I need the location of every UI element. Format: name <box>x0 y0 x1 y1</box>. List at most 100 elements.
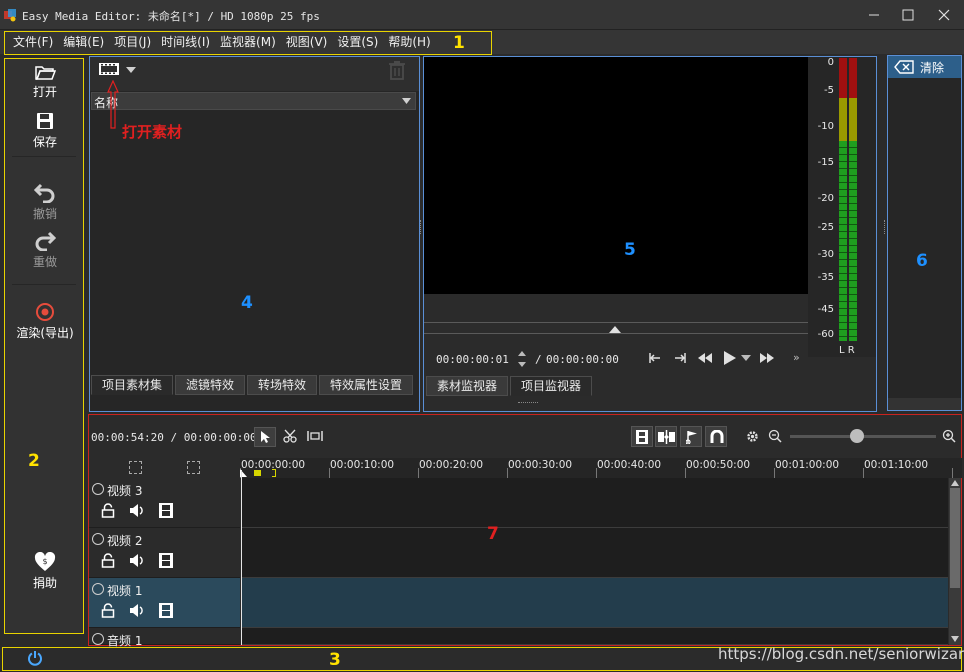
time-spinner-icon[interactable] <box>518 350 526 368</box>
track-header-video-1[interactable]: 视频 1 <box>89 578 240 628</box>
timeline-playhead[interactable] <box>241 470 242 645</box>
panel-splitter-handle[interactable] <box>884 220 886 234</box>
lock-icon[interactable] <box>101 553 115 568</box>
clear-button[interactable]: 清除 <box>888 56 961 78</box>
lock-icon[interactable] <box>101 503 115 518</box>
trash-icon[interactable] <box>388 60 406 80</box>
go-to-end-icon[interactable] <box>673 351 687 365</box>
tab-project-media[interactable]: 项目素材集 <box>91 375 174 395</box>
scroll-up-icon[interactable] <box>951 480 959 486</box>
panel-splitter-handle[interactable] <box>518 402 538 404</box>
menu-edit[interactable]: 编辑(E) <box>58 33 109 51</box>
expand-tracks-icon[interactable] <box>187 461 200 474</box>
zoom-out-icon[interactable] <box>768 429 782 443</box>
track-lane-video-2[interactable] <box>241 528 948 578</box>
menu-monitor[interactable]: 监视器(M) <box>215 33 281 51</box>
vu-tick-label: -35 <box>817 272 834 283</box>
track-lane-audio-1[interactable] <box>241 628 948 645</box>
speaker-icon[interactable] <box>129 603 145 618</box>
undo-icon <box>34 183 55 203</box>
more-controls-icon[interactable]: » <box>793 351 800 364</box>
tab-project-monitor[interactable]: 项目监视器 <box>510 376 593 396</box>
annotation-arrow-icon <box>107 80 119 129</box>
lock-icon[interactable] <box>101 603 115 618</box>
close-button[interactable] <box>926 0 962 30</box>
zoom-in-icon[interactable] <box>942 429 956 443</box>
slip-tool-icon[interactable] <box>307 430 323 442</box>
razor-scissors-icon[interactable] <box>283 429 297 443</box>
clear-panel-scrollbar[interactable] <box>888 398 961 410</box>
track-header-video-2[interactable]: 视频 2 <box>89 528 240 578</box>
render-export-button[interactable]: 渲染(导出) <box>5 302 85 341</box>
track-select-radio[interactable] <box>92 533 104 545</box>
fast-forward-icon[interactable] <box>759 352 775 364</box>
speaker-icon[interactable] <box>129 553 145 568</box>
panel-splitter-handle[interactable] <box>420 220 422 234</box>
scroll-down-icon[interactable] <box>951 636 959 642</box>
timeline-ruler[interactable]: 00:00:00:00 00:00:10:00 00:00:20:00 00:0… <box>240 458 962 478</box>
track-header-audio-1[interactable]: 音频 1 <box>89 628 240 648</box>
snap-clips-button[interactable] <box>655 426 677 447</box>
ruler-tick <box>863 468 864 478</box>
track-lane-video-1[interactable] <box>241 578 948 628</box>
flag-marker-icon <box>685 431 697 445</box>
scrollbar-thumb[interactable] <box>950 488 960 588</box>
go-to-start-icon[interactable] <box>648 351 662 365</box>
play-icon[interactable] <box>723 350 737 366</box>
menu-file[interactable]: 文件(F) <box>8 33 58 51</box>
tab-clip-monitor[interactable]: 素材监视器 <box>426 376 509 396</box>
timeline-film-button[interactable] <box>631 426 653 447</box>
magnet-snap-button[interactable] <box>705 426 727 447</box>
save-button[interactable]: 保存 <box>5 111 85 150</box>
menu-view[interactable]: 视图(V) <box>281 33 333 51</box>
undo-button[interactable]: 撤销 <box>5 181 85 222</box>
track-select-radio[interactable] <box>92 483 104 495</box>
zoom-slider-handle[interactable] <box>850 429 864 443</box>
speaker-icon[interactable] <box>129 503 145 518</box>
open-media-button[interactable] <box>98 61 120 80</box>
cursor-arrow-icon <box>261 431 270 443</box>
ruler-tick <box>774 468 775 478</box>
close-icon <box>938 9 950 21</box>
menu-project[interactable]: 项目(J) <box>109 33 156 51</box>
tab-filters[interactable]: 滤镜特效 <box>175 375 246 395</box>
gear-icon[interactable] <box>746 430 759 443</box>
ruler-label: 00:00:40:00 <box>597 459 662 471</box>
monitor-current-time[interactable]: 00:00:00:01 <box>436 353 509 366</box>
select-tool-button[interactable] <box>254 427 276 447</box>
out-point-marker[interactable] <box>272 469 276 477</box>
play-options-chevron-icon[interactable] <box>741 355 751 361</box>
menu-help[interactable]: 帮助(H) <box>383 33 435 51</box>
donate-button[interactable]: $ 捐助 <box>5 552 85 591</box>
ruler-label: 00:00:50:00 <box>686 459 751 471</box>
menu-timeline[interactable]: 时间线(I) <box>156 33 215 51</box>
ruler-label: 00:00:10:00 <box>330 459 395 471</box>
annotation-number-7: 7 <box>487 524 499 544</box>
track-select-radio[interactable] <box>92 583 104 595</box>
collapse-tracks-icon[interactable] <box>129 461 142 474</box>
toolbar-divider <box>12 284 76 285</box>
marker-button[interactable] <box>680 426 702 447</box>
tab-transitions[interactable]: 转场特效 <box>247 375 318 395</box>
film-strip-icon[interactable] <box>159 503 173 518</box>
menu-settings[interactable]: 设置(S) <box>332 33 383 51</box>
track-select-radio[interactable] <box>92 633 104 645</box>
redo-button[interactable]: 重做 <box>5 229 85 270</box>
zone-marker[interactable] <box>254 470 261 476</box>
track-header-video-3[interactable]: 视频 3 <box>89 478 240 528</box>
maximize-button[interactable] <box>890 0 926 30</box>
minimize-button[interactable] <box>856 0 892 30</box>
film-icon <box>99 63 119 75</box>
playhead-marker-icon[interactable] <box>609 326 621 333</box>
track-lane-video-3[interactable] <box>241 478 948 528</box>
film-strip-icon[interactable] <box>159 603 173 618</box>
timeline-scrollbar[interactable] <box>949 478 961 645</box>
vu-tick-label: 0 <box>827 57 834 68</box>
film-strip-icon[interactable] <box>159 553 173 568</box>
media-bin-column-header[interactable] <box>91 92 416 110</box>
power-icon[interactable] <box>27 650 43 666</box>
rewind-icon[interactable] <box>697 352 713 364</box>
tab-effect-properties[interactable]: 特效属性设置 <box>319 375 414 395</box>
open-button[interactable]: 打开 <box>5 63 85 100</box>
dropdown-arrow-icon[interactable] <box>126 67 136 73</box>
